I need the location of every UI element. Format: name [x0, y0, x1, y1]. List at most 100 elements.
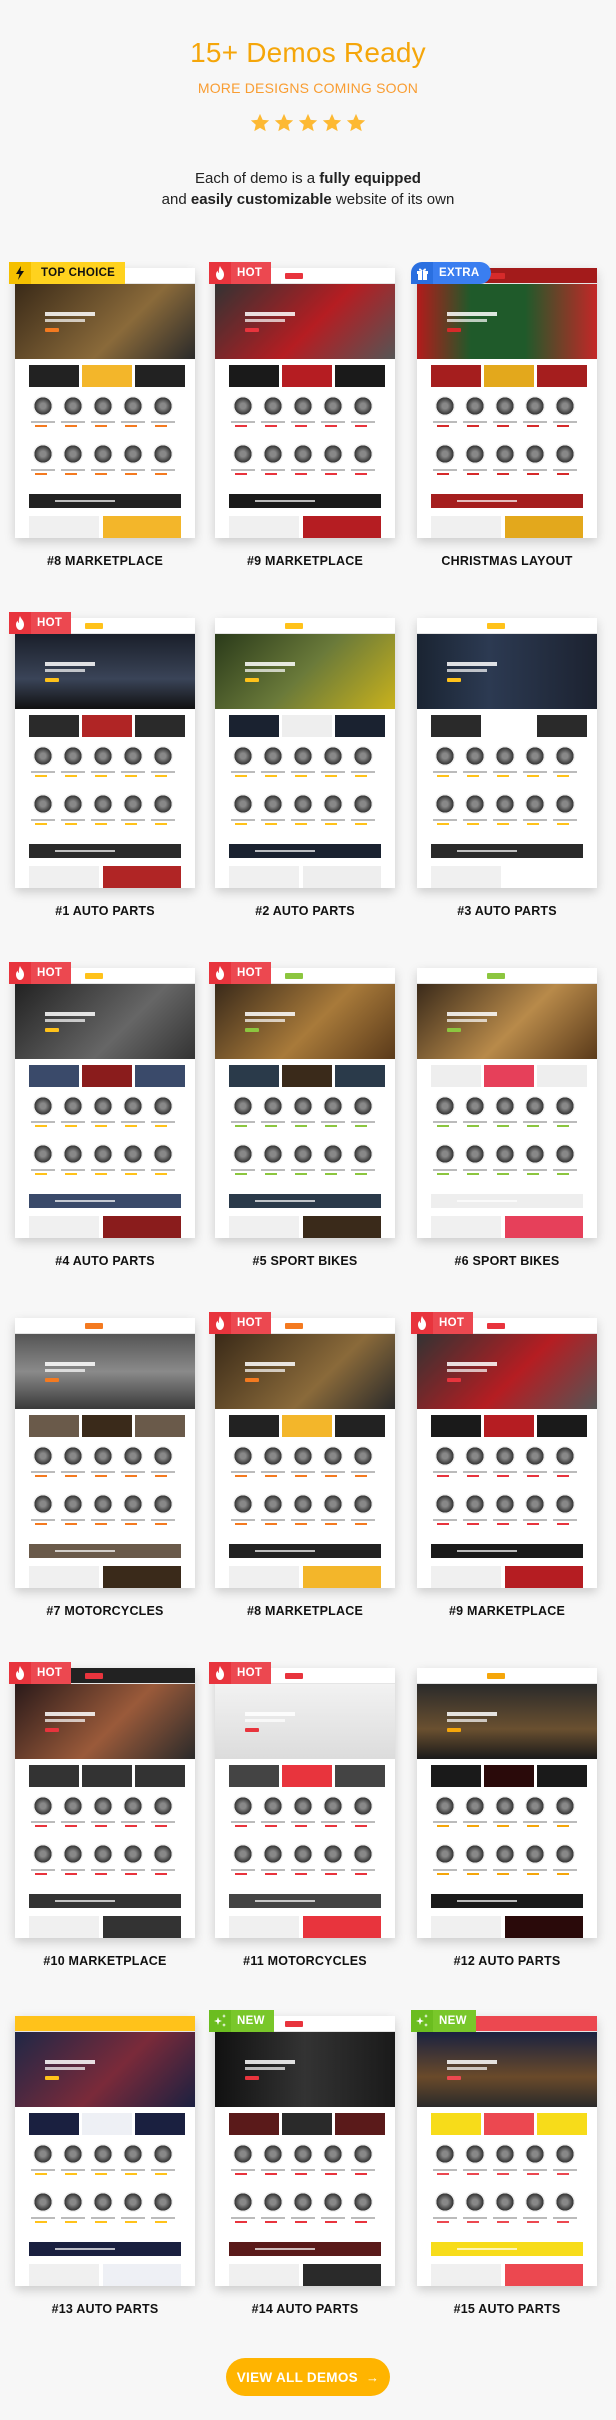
mock-product-image [33, 2192, 53, 2212]
mock-product-price [35, 425, 47, 427]
mock-product-image [93, 1796, 113, 1816]
mock-product-price [557, 2221, 569, 2223]
demo-screenshot[interactable] [15, 268, 195, 538]
mock-hero-title [245, 1369, 285, 1372]
demo-label[interactable]: #1 AUTO PARTS [0, 904, 215, 918]
demo-label[interactable]: #3 AUTO PARTS [397, 904, 616, 918]
demo-label[interactable]: #14 AUTO PARTS [195, 2302, 415, 2316]
demo-screenshot[interactable] [417, 1318, 597, 1588]
demo-screenshot[interactable] [15, 2016, 195, 2286]
mock-product-price [65, 425, 77, 427]
mock-product-price [95, 425, 107, 427]
mock-product-price [235, 823, 247, 825]
demo-label[interactable]: #6 SPORT BIKES [397, 1254, 616, 1268]
mock-product-name [121, 1471, 145, 1473]
demo-label[interactable]: #4 AUTO PARTS [0, 1254, 215, 1268]
demo-screenshot[interactable] [15, 1668, 195, 1938]
mock-product-price [155, 775, 167, 777]
mock-hero [215, 2032, 395, 2107]
mock-bottom-block [431, 866, 501, 888]
mock-product-price [235, 473, 247, 475]
demo-screenshot[interactable] [215, 1668, 395, 1938]
mock-product-price [265, 1825, 277, 1827]
demo-label[interactable]: #13 AUTO PARTS [0, 2302, 215, 2316]
demo-screenshot[interactable] [417, 968, 597, 1238]
mock-product-name [31, 1821, 55, 1823]
demo-screenshot[interactable] [417, 618, 597, 888]
mock-product-name [151, 1869, 175, 1871]
mock-product-name [553, 819, 577, 821]
demo-screenshot[interactable] [417, 2016, 597, 2286]
mock-product-price [35, 1125, 47, 1127]
mock-product-image [495, 444, 515, 464]
mock-product-image [435, 2144, 455, 2164]
view-all-demos-label: VIEW ALL DEMOS [236, 2369, 358, 2385]
mock-hero [15, 1334, 195, 1409]
mock-hero-title [447, 1362, 497, 1366]
mock-banner [29, 715, 79, 737]
mock-bottom-block [29, 1916, 99, 1938]
mock-product-price [125, 1475, 137, 1477]
mock-banner [537, 2113, 587, 2135]
mock-product-image [435, 1494, 455, 1514]
mock-product-price [65, 823, 77, 825]
demo-label[interactable]: CHRISTMAS LAYOUT [397, 554, 616, 568]
mock-product-image [465, 1844, 485, 1864]
demo-label[interactable]: #7 MOTORCYCLES [0, 1604, 215, 1618]
demo-label[interactable]: #5 SPORT BIKES [195, 1254, 415, 1268]
star-icon [321, 112, 343, 134]
mock-bottom-block [431, 2264, 501, 2286]
demo-label[interactable]: #15 AUTO PARTS [397, 2302, 616, 2316]
mock-product-image [63, 2144, 83, 2164]
demo-label[interactable]: #8 MARKETPLACE [0, 554, 215, 568]
demo-screenshot[interactable] [15, 1318, 195, 1588]
demo-screenshot[interactable] [215, 968, 395, 1238]
mock-product-image [93, 1494, 113, 1514]
demo-screenshot[interactable] [15, 618, 195, 888]
mock-product-image [525, 2144, 545, 2164]
mock-product-image [495, 1844, 515, 1864]
mock-promo-text [457, 1900, 517, 1902]
demo-label[interactable]: #11 MOTORCYCLES [195, 1954, 415, 1968]
mock-promo-text [55, 1900, 115, 1902]
mock-product-image [495, 396, 515, 416]
mock-product-price [35, 775, 47, 777]
mock-hero-title [245, 1019, 285, 1022]
mock-product-image [123, 794, 143, 814]
mock-banner [537, 715, 587, 737]
mock-product-name [151, 819, 175, 821]
mock-product-name [261, 1121, 285, 1123]
demo-label[interactable]: #8 MARKETPLACE [195, 1604, 415, 1618]
mock-banner [335, 1765, 385, 1787]
mock-hero-title [447, 669, 487, 672]
demo-screenshot[interactable] [417, 1668, 597, 1938]
mock-product-name [433, 819, 457, 821]
sparkle-icon [411, 2010, 433, 2032]
demo-screenshot[interactable] [215, 2016, 395, 2286]
mock-bottom-block [431, 516, 501, 538]
demo-screenshot[interactable] [15, 968, 195, 1238]
demo-label[interactable]: #2 AUTO PARTS [195, 904, 415, 918]
demo-screenshot[interactable] [417, 268, 597, 538]
demo-label[interactable]: #9 MARKETPLACE [195, 554, 415, 568]
demo-label[interactable]: #12 AUTO PARTS [397, 1954, 616, 1968]
mock-product-image [233, 2144, 253, 2164]
demo-label[interactable]: #10 MARKETPLACE [0, 1954, 215, 1968]
mock-product-price [557, 473, 569, 475]
mock-product-name [261, 2217, 285, 2219]
view-all-demos-button[interactable]: VIEW ALL DEMOS → [226, 2358, 390, 2396]
demo-screenshot[interactable] [215, 618, 395, 888]
mock-product-image [263, 1446, 283, 1466]
mock-bottom-block [303, 866, 381, 888]
mock-product-image [555, 396, 575, 416]
mock-product-image [465, 1096, 485, 1116]
demo-label[interactable]: #9 MARKETPLACE [397, 1604, 616, 1618]
mock-banner [537, 1065, 587, 1087]
demo-screenshot[interactable] [215, 268, 395, 538]
mock-product-name [463, 2169, 487, 2171]
mock-product-image [93, 1844, 113, 1864]
mock-product-price [557, 1825, 569, 1827]
mock-hero-button [245, 328, 259, 332]
mock-product-name [291, 819, 315, 821]
demo-screenshot[interactable] [215, 1318, 395, 1588]
